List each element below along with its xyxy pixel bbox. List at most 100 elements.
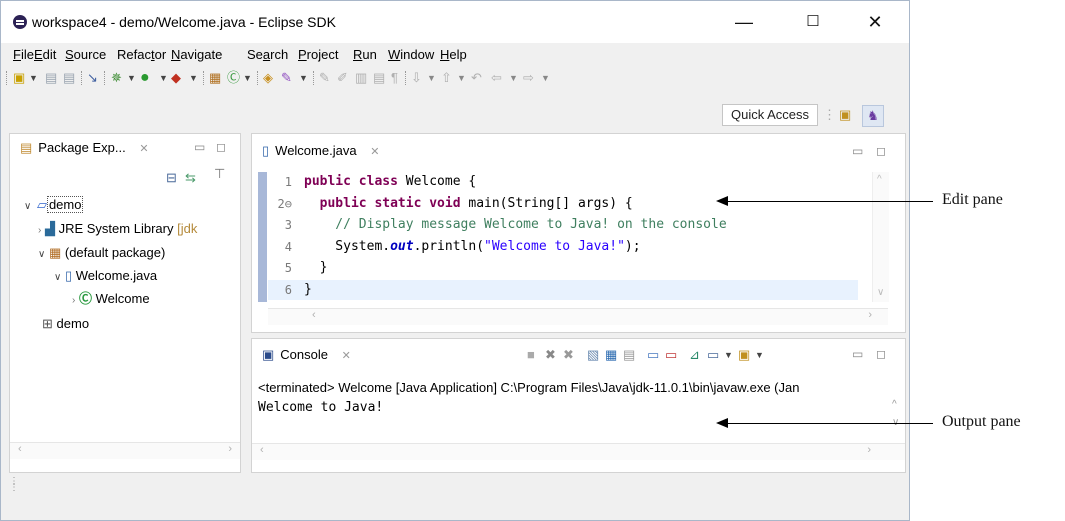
minimize-view-icon[interactable]: ▭ <box>194 134 205 160</box>
close-tab-icon[interactable]: ✕ <box>370 146 379 158</box>
search-icon[interactable]: ✎ <box>281 70 292 86</box>
menu-item[interactable]: File <box>13 47 34 62</box>
skip-breakpoints-icon[interactable]: ↘ <box>87 70 98 86</box>
word-wrap-icon[interactable]: ▤ <box>623 347 635 363</box>
dropdown-arrow-icon[interactable]: ▼ <box>29 70 38 86</box>
last-edit-location-icon[interactable]: ↶ <box>471 70 482 86</box>
package-explorer-hscrollbar[interactable]: ‹ › <box>10 442 240 459</box>
scroll-down-icon[interactable]: ∨ <box>877 287 884 298</box>
menu-item[interactable]: Source <box>65 47 106 62</box>
open-perspective-icon[interactable]: ▣ <box>839 107 851 123</box>
code-line[interactable]: 6} <box>252 280 862 300</box>
dropdown-arrow-icon[interactable]: ▼ <box>724 347 733 363</box>
show-whitespace-icon[interactable]: ¶ <box>391 70 398 86</box>
maximize-view-icon[interactable]: ◻ <box>876 341 886 367</box>
dropdown-arrow-icon[interactable]: ▼ <box>159 70 168 86</box>
code-line[interactable]: 4 System.out.println("Welcome to Java!")… <box>252 237 862 257</box>
next-annotation-icon[interactable]: ⇩ <box>411 70 422 86</box>
new-wizard-icon[interactable]: ▣ <box>13 70 25 86</box>
chevron-down-icon[interactable]: ∨ <box>38 249 45 260</box>
scroll-right-icon[interactable]: › <box>228 443 232 455</box>
dropdown-arrow-icon[interactable]: ▼ <box>457 70 466 86</box>
scroll-left-icon[interactable]: ‹ <box>260 444 264 456</box>
debug-icon[interactable]: ✵ <box>111 70 122 86</box>
open-console-icon[interactable]: ▣ <box>738 347 750 363</box>
close-tab-icon[interactable]: ✕ <box>342 350 351 362</box>
dropdown-arrow-icon[interactable]: ▼ <box>243 70 252 86</box>
link-with-editor-icon[interactable]: ⇆ <box>185 170 196 186</box>
scroll-left-icon[interactable]: ‹ <box>18 443 22 455</box>
minimize-button[interactable]: — <box>721 7 767 37</box>
clear-console-icon[interactable]: ▧ <box>587 347 599 363</box>
scroll-left-icon[interactable]: ‹ <box>312 309 316 321</box>
scroll-right-icon[interactable]: › <box>867 444 871 456</box>
code-line[interactable]: 5 } <box>252 258 862 278</box>
word-wrap-icon[interactable]: ▤ <box>373 70 385 86</box>
close-tab-icon[interactable]: ✕ <box>139 143 148 155</box>
dropdown-arrow-icon[interactable]: ▼ <box>127 70 136 86</box>
menu-item[interactable]: Search <box>247 47 288 62</box>
show-on-error-icon[interactable]: ▭ <box>665 347 677 363</box>
back-icon[interactable]: ⇦ <box>491 70 502 86</box>
tree-item-welcome-class[interactable]: › Ⓒ Welcome <box>72 290 150 310</box>
code-line[interactable]: 2⊖ public static void main(String[] args… <box>252 194 862 214</box>
tree-item-folder-demo[interactable]: ⊞ demo <box>42 315 89 333</box>
console-hscrollbar[interactable]: ‹ › <box>252 443 905 460</box>
code-line[interactable]: 1 public class Welcome { <box>252 172 862 192</box>
menu-item[interactable]: Project <box>298 47 338 62</box>
pin-console-icon[interactable]: ⊿ <box>689 347 700 363</box>
dropdown-arrow-icon[interactable]: ▼ <box>541 70 550 86</box>
menu-item[interactable]: Window <box>388 47 434 62</box>
minimize-view-icon[interactable]: ▭ <box>852 341 863 367</box>
editor-hscrollbar[interactable]: ‹ › <box>268 308 888 325</box>
tree-item-default-package[interactable]: ∨ ▦ (default package) <box>38 244 165 264</box>
terminate-icon[interactable]: ■ <box>527 347 535 363</box>
dropdown-arrow-icon[interactable]: ▼ <box>755 347 764 363</box>
tab-console[interactable]: ▣ Console ✕ <box>252 339 351 371</box>
dropdown-arrow-icon[interactable]: ▼ <box>299 70 308 86</box>
java-perspective-icon[interactable]: ♞ <box>862 105 884 127</box>
show-on-output-icon[interactable]: ▭ <box>647 347 659 363</box>
dropdown-arrow-icon[interactable]: ▼ <box>189 70 198 86</box>
tree-item-jre-library[interactable]: › ▟ JRE System Library [jdk <box>38 220 197 240</box>
tab-package-explorer[interactable]: ▤ Package Exp... ✕ <box>10 134 149 162</box>
menu-item[interactable]: Navigate <box>171 47 222 62</box>
scroll-up-icon[interactable]: ^ <box>877 174 882 185</box>
external-tools-icon[interactable]: ◆ <box>171 70 181 86</box>
console-output[interactable]: Welcome to Java! <box>258 400 383 415</box>
forward-icon[interactable]: ⇨ <box>523 70 534 86</box>
maximize-view-icon[interactable]: ◻ <box>216 134 226 160</box>
view-menu-icon[interactable]: ⊤ <box>214 166 225 182</box>
code-area[interactable]: 1 public class Welcome {2⊖ public static … <box>252 172 872 302</box>
dropdown-arrow-icon[interactable]: ▼ <box>509 70 518 86</box>
chevron-down-icon[interactable]: ∨ <box>54 272 61 283</box>
menu-item[interactable]: Help <box>440 47 467 62</box>
collapse-all-icon[interactable]: ⊟ <box>166 170 177 186</box>
save-icon[interactable]: ▤ <box>45 70 57 86</box>
minimize-view-icon[interactable]: ▭ <box>852 138 863 164</box>
close-button[interactable]: ✕ <box>852 7 898 37</box>
editor-vscrollbar[interactable]: ^ ∨ <box>872 172 889 302</box>
menu-item[interactable]: Refactor <box>117 47 166 62</box>
maximize-view-icon[interactable]: ◻ <box>876 138 886 164</box>
toggle-mark-occurrences-icon[interactable]: ✎ <box>319 70 330 86</box>
tree-item-welcome-java[interactable]: ∨ ▯ Welcome.java <box>54 267 157 287</box>
run-icon[interactable]: ● <box>140 70 150 86</box>
tree-item-project-demo[interactable]: ∨ ▱ demo <box>24 196 84 216</box>
toggle-annotation-icon[interactable]: ✐ <box>337 70 348 86</box>
maximize-button[interactable]: ☐ <box>790 7 836 37</box>
code-line[interactable]: 3 // Display message Welcome to Java! on… <box>252 215 862 235</box>
menu-item[interactable]: Edit <box>34 47 56 62</box>
open-type-icon[interactable]: ◈ <box>263 70 273 86</box>
chevron-right-icon[interactable]: › <box>72 295 75 306</box>
block-selection-icon[interactable]: ▥ <box>355 70 367 86</box>
menu-item[interactable]: Run <box>353 47 377 62</box>
console-vscrollbar[interactable]: ^ ∨ <box>888 399 904 439</box>
chevron-down-icon[interactable]: ∨ <box>24 201 31 212</box>
chevron-right-icon[interactable]: › <box>38 225 41 236</box>
quick-access-field[interactable]: Quick Access <box>722 104 818 126</box>
tab-welcome-java[interactable]: ▯ Welcome.java ✕ <box>252 134 380 168</box>
display-console-icon[interactable]: ▭ <box>707 347 719 363</box>
remove-all-launches-icon[interactable]: ✖ <box>563 347 574 363</box>
remove-launch-icon[interactable]: ✖ <box>545 347 556 363</box>
